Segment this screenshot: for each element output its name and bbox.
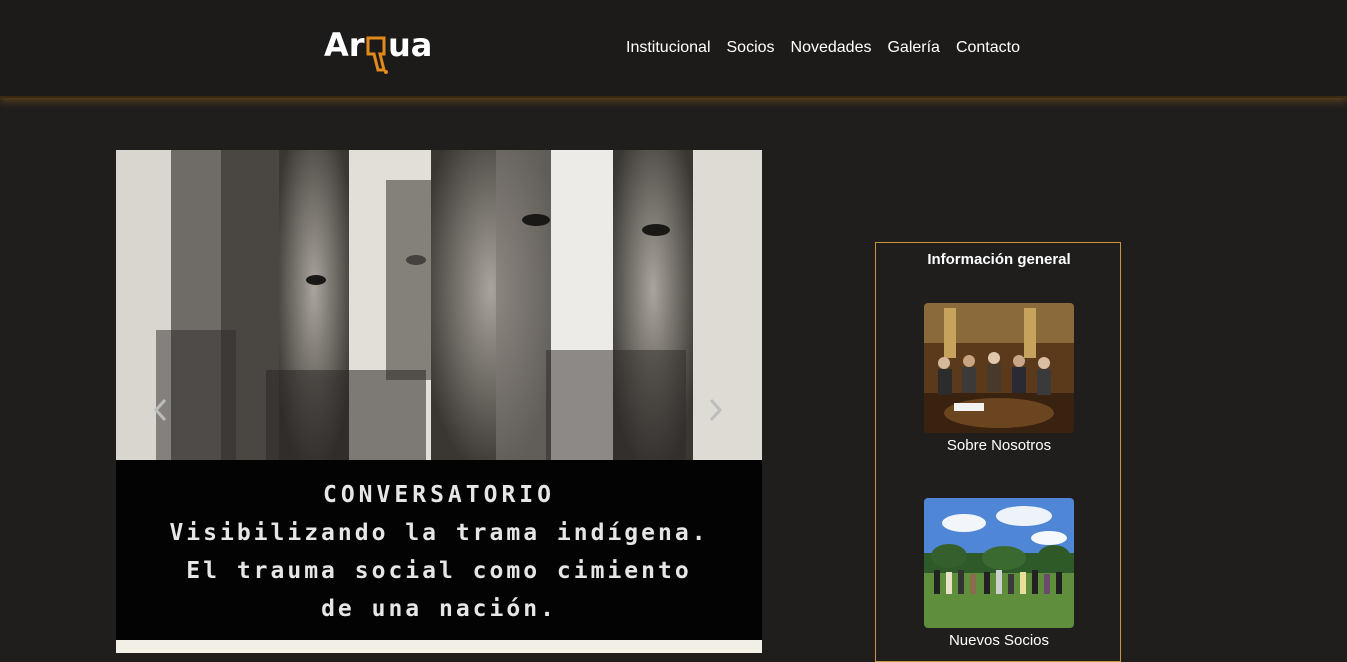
nav-institucional[interactable]: Institucional	[618, 36, 719, 60]
card-label-sobre-nosotros[interactable]: Sobre Nosotros	[924, 437, 1074, 454]
nav-novedades[interactable]: Novedades	[783, 36, 880, 60]
chevron-left-icon	[153, 398, 167, 422]
main-nav: Institucional Socios Novedades Galería C…	[618, 36, 1028, 60]
caption-line-4: de una nación.	[321, 596, 557, 622]
caption-line-2: Visibilizando la trama indígena.	[169, 520, 709, 546]
info-panel: Información general Sobre Nosotros Nuevo…	[875, 242, 1121, 662]
logo-mark: Ar ua	[324, 26, 432, 74]
caption-line-3: El trauma social como cimiento	[186, 558, 692, 584]
slider-prev-button[interactable]	[146, 395, 176, 425]
hero-slider[interactable]: CONVERSATORIO Visibilizando la trama ind…	[116, 150, 762, 653]
card-nuevos-socios[interactable]: Nuevos Socios	[924, 498, 1074, 649]
slider-next-button[interactable]	[700, 395, 730, 425]
nav-contacto[interactable]: Contacto	[948, 36, 1028, 60]
slide-caption: CONVERSATORIO Visibilizando la trama ind…	[116, 460, 762, 640]
slide-photo	[116, 150, 762, 460]
slide-footer-strip	[116, 640, 762, 653]
card-label-nuevos-socios[interactable]: Nuevos Socios	[924, 632, 1074, 649]
svg-text:Ar: Ar	[324, 26, 365, 64]
caption-title: CONVERSATORIO	[322, 482, 555, 508]
nav-galeria[interactable]: Galería	[879, 36, 947, 60]
card-sobre-nosotros[interactable]: Sobre Nosotros	[924, 303, 1074, 454]
nav-socios[interactable]: Socios	[719, 36, 783, 60]
nuevos-socios-image	[924, 498, 1074, 628]
site-header: Ar ua Institucional Socios Novedades Gal…	[0, 0, 1347, 98]
svg-text:ua: ua	[388, 26, 432, 64]
sobre-nosotros-image	[924, 303, 1074, 433]
chevron-right-icon	[709, 398, 723, 422]
info-panel-title: Información general	[927, 251, 1071, 268]
site-logo[interactable]: Ar ua	[324, 24, 440, 76]
